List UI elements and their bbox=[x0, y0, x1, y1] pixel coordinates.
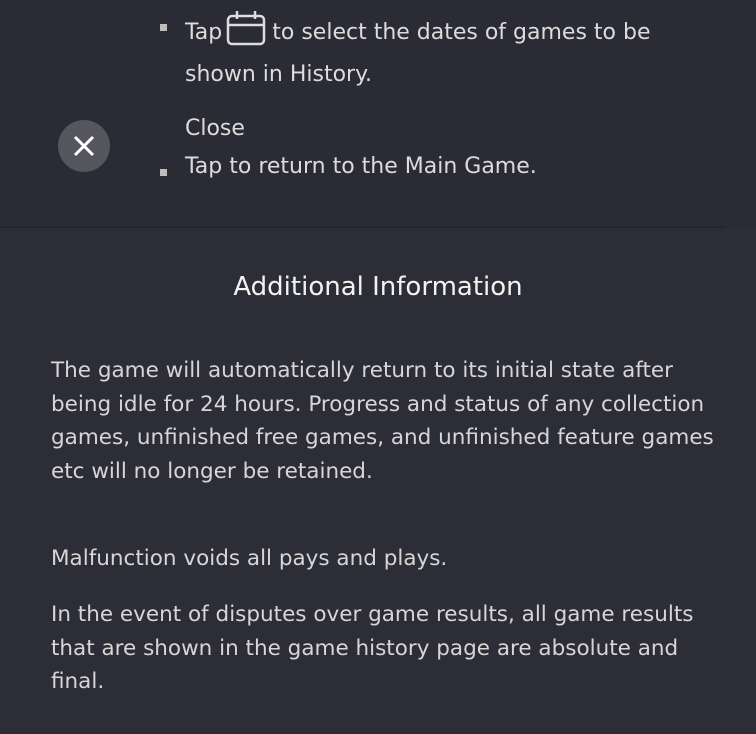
additional-info-heading: Additional Information bbox=[233, 272, 523, 302]
instruction-prefix: Tap bbox=[185, 20, 223, 45]
close-title: Close bbox=[185, 116, 245, 141]
calendar-icon bbox=[226, 10, 266, 52]
help-top-section: Tap to select the dates of games to be sh… bbox=[0, 0, 756, 226]
calendar-instruction-line2: shown in History. bbox=[185, 62, 372, 87]
info-paragraph-malfunction: Malfunction voids all pays and plays. bbox=[51, 546, 448, 571]
info-paragraph-disputes: In the event of disputes over game resul… bbox=[51, 602, 694, 694]
bullet-icon bbox=[160, 169, 167, 176]
info-paragraph-idle: The game will automatically return to it… bbox=[51, 358, 714, 484]
close-button[interactable] bbox=[58, 120, 110, 172]
close-icon bbox=[73, 135, 95, 157]
bullet-icon bbox=[160, 24, 167, 31]
calendar-instruction: Tap to select the dates of games to be bbox=[185, 10, 651, 52]
instruction-suffix: to select the dates of games to be bbox=[272, 20, 651, 45]
close-description: Tap to return to the Main Game. bbox=[185, 154, 537, 179]
